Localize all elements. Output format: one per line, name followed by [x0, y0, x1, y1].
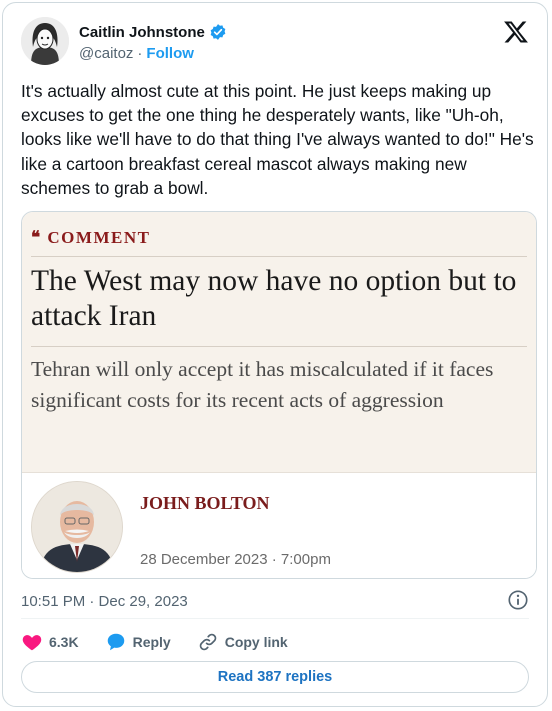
author-photo: [31, 481, 123, 573]
tweet-timestamp[interactable]: 10:51 PM · Dec 29, 2023: [21, 593, 188, 610]
article-headline: The West may now have no option but to a…: [31, 265, 517, 332]
tweet-card: Caitlin Johnstone @caitoz · Follow It's ac…: [2, 2, 548, 707]
reply-label: Reply: [132, 634, 171, 650]
quote-mark-icon: ❝: [31, 228, 42, 247]
article-preview: ❝ COMMENT The West may now have no optio…: [22, 212, 536, 472]
avatar-portrait: [21, 17, 69, 65]
user-avatar[interactable]: [21, 17, 69, 65]
article-standfirst: Tehran will only accept it has miscalcul…: [31, 357, 494, 412]
like-button[interactable]: 6.3K: [21, 631, 79, 653]
kicker-label: COMMENT: [47, 228, 151, 247]
handle-row: @caitoz · Follow: [79, 45, 194, 62]
tweet-header: Caitlin Johnstone @caitoz · Follow: [21, 17, 529, 67]
name-row: Caitlin Johnstone: [79, 23, 227, 41]
copy-link-button[interactable]: Copy link: [197, 631, 288, 653]
x-logo-icon[interactable]: [503, 19, 529, 45]
headline-divider: [31, 346, 527, 347]
reply-button[interactable]: Reply: [105, 631, 171, 653]
article-kicker: ❝ COMMENT: [31, 228, 150, 248]
tweet-text: It's actually almost cute at this point.…: [21, 81, 534, 198]
quoted-article-card[interactable]: ❝ COMMENT The West may now have no optio…: [21, 211, 537, 579]
link-icon: [199, 633, 216, 651]
author-portrait: [32, 482, 122, 572]
actions-divider: [21, 618, 529, 619]
follow-button[interactable]: Follow: [146, 45, 194, 62]
article-date: 28 December 2023 · 7:00pm: [140, 551, 331, 568]
handle-separator: ·: [137, 45, 143, 62]
display-name[interactable]: Caitlin Johnstone: [79, 24, 205, 41]
heart-icon: [22, 635, 42, 651]
verified-badge-icon: [210, 24, 226, 40]
article-author-section: JOHN BOLTON 28 December 2023 · 7:00pm: [22, 472, 536, 578]
kicker-divider: [31, 256, 527, 257]
author-name: JOHN BOLTON: [140, 493, 270, 513]
like-count: 6.3K: [49, 634, 79, 650]
info-icon[interactable]: [507, 589, 529, 611]
action-bar: 6.3K Reply Copy link: [21, 629, 314, 655]
copy-link-label: Copy link: [224, 634, 288, 650]
reply-bubble-icon: [107, 633, 124, 651]
user-handle[interactable]: @caitoz: [79, 45, 133, 62]
read-replies-button[interactable]: Read 387 replies: [21, 661, 529, 693]
